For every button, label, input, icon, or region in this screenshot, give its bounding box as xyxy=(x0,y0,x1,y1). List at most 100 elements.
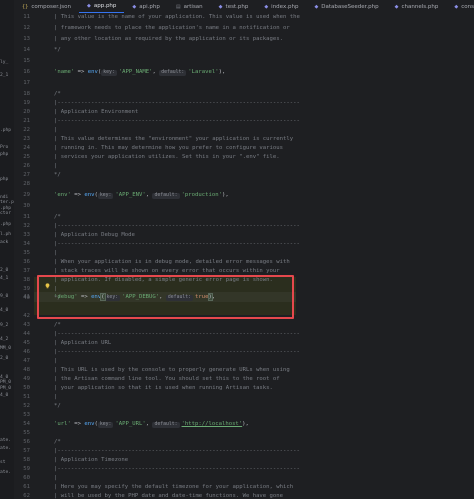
php-file-icon: ◆ xyxy=(218,3,223,10)
code-line[interactable]: 62 | will be used by the PHP date and dat… xyxy=(14,492,474,499)
project-tree-item[interactable]: PM_0 xyxy=(0,380,11,385)
tab-channels-php[interactable]: ◆ channels.php xyxy=(387,0,447,13)
code-line[interactable]: 58 | Application Timezone xyxy=(14,456,474,465)
code-line[interactable]: 17 xyxy=(14,79,474,88)
project-tree-item[interactable]: PM_0 xyxy=(0,386,11,391)
code-line[interactable]: 30 xyxy=(14,202,474,211)
project-tree-item[interactable]: 2_0 xyxy=(0,268,8,273)
code-line[interactable]: 13 | any other location as required by th… xyxy=(14,35,474,44)
code-line[interactable]: 49 | the Artisan command line tool. You s… xyxy=(14,375,474,384)
code-line[interactable]: 43 /* xyxy=(14,321,474,330)
code-line[interactable]: 61 | Here you may specify the default tim… xyxy=(14,483,474,492)
tab-databaseseeder-php[interactable]: ◆ DatabaseSeeder.php xyxy=(306,0,386,13)
code-line[interactable]: 21 |-------------------------------------… xyxy=(14,117,474,126)
code-line[interactable]: 27 */ xyxy=(14,171,474,180)
project-tree-item[interactable]: ate. xyxy=(0,470,11,475)
code-line[interactable]: 14 */ xyxy=(14,46,474,55)
code-token: | xyxy=(54,475,58,481)
tab-composer-json[interactable]: {} composer.json xyxy=(14,0,79,13)
code-line[interactable]: 53 xyxy=(14,411,474,420)
code-text: | services your application utilizes. Se… xyxy=(54,153,280,162)
code-line[interactable]: 25 | services your application utilizes. … xyxy=(14,153,474,162)
project-tree-item[interactable]: php xyxy=(0,177,8,182)
project-tree-item[interactable]: ly_ xyxy=(0,60,8,65)
project-tree-item[interactable]: 4_0 xyxy=(0,308,8,313)
project-tree-item[interactable]: ter.p xyxy=(0,200,14,205)
code-line[interactable]: 56 /* xyxy=(14,438,474,447)
code-line[interactable]: 12 | framework needs to place the applica… xyxy=(14,24,474,33)
code-editor[interactable]: 11 | This value is the name of your appli… xyxy=(14,13,474,499)
project-tree-item[interactable]: l.ph xyxy=(0,232,11,237)
code-line[interactable]: 44 |-------------------------------------… xyxy=(14,330,474,339)
code-line[interactable]: 35 | xyxy=(14,249,474,258)
project-tree-item[interactable]: ate. xyxy=(0,438,11,443)
project-tree-item[interactable]: ate. xyxy=(0,446,11,451)
debug-config-line[interactable]: 41 'debug' => env(key: 'APP_DEBUG', defaul… xyxy=(14,293,474,302)
project-tree-item[interactable]: 4_1 xyxy=(0,276,8,281)
code-line[interactable]: 29 'env' => env(key: 'APP_ENV', default:'p… xyxy=(14,191,474,200)
tab-api-php[interactable]: ◆ api.php xyxy=(124,0,167,13)
code-line[interactable]: 18 /* xyxy=(14,90,474,99)
code-line[interactable]: 50 | your application so that it is used … xyxy=(14,384,474,393)
line-number: 11 xyxy=(23,14,30,20)
code-line[interactable]: 36 | When your application is in debug mo… xyxy=(14,258,474,267)
project-tree-item[interactable]: 4_2 xyxy=(0,337,8,342)
code-line[interactable]: 33 | Application Debug Mode xyxy=(14,231,474,240)
parameter-hint: key: xyxy=(97,193,114,199)
code-line[interactable]: 24 | running in. This may determine how y… xyxy=(14,144,474,153)
project-tree-item[interactable]: Pro xyxy=(0,145,8,150)
project-tree-item[interactable]: st xyxy=(0,460,6,465)
code-line[interactable]: 11 | This value is the name of your appli… xyxy=(14,13,474,22)
project-tree-item[interactable]: 9_0 xyxy=(0,294,8,299)
code-line[interactable]: 55 xyxy=(14,429,474,438)
code-line[interactable]: 45 | Application URL xyxy=(14,339,474,348)
project-tree-item[interactable]: MM_0 xyxy=(0,346,11,351)
code-line[interactable]: 37 | stack traces will be shown on every … xyxy=(14,267,474,276)
code-line[interactable]: 23 | This value determines the "environme… xyxy=(14,135,474,144)
code-text: |---------------------------------------… xyxy=(54,240,300,249)
code-token: 'debug' xyxy=(54,294,78,300)
project-tree-item[interactable]: .php xyxy=(0,128,11,133)
code-line[interactable]: 15 xyxy=(14,57,474,66)
code-line[interactable]: 32 |-------------------------------------… xyxy=(14,222,474,231)
code-line[interactable]: 59 |-------------------------------------… xyxy=(14,465,474,474)
code-line[interactable]: 47 | xyxy=(14,357,474,366)
code-line[interactable]: 38 | application. If disabled, a simple g… xyxy=(14,276,474,285)
project-tree-item[interactable]: 4_0 xyxy=(0,393,8,398)
code-line[interactable]: 16 'name' => env(key: 'APP_NAME', default:… xyxy=(14,68,474,77)
code-token: | xyxy=(54,163,58,169)
code-token: 'Laravel' xyxy=(188,69,219,75)
project-tree-item[interactable]: 9_2 xyxy=(0,323,8,328)
code-line[interactable]: 20 | Application Environment xyxy=(14,108,474,117)
code-line[interactable]: 60 | xyxy=(14,474,474,483)
code-line[interactable]: 34 |-------------------------------------… xyxy=(14,240,474,249)
project-tree-item[interactable]: 2_1 xyxy=(0,73,8,78)
project-tree-item[interactable]: 2_0 xyxy=(0,356,8,361)
tab-console-php[interactable]: ◆console.php xyxy=(446,0,474,13)
code-line[interactable]: 46 |-------------------------------------… xyxy=(14,348,474,357)
code-token: */ xyxy=(54,47,61,53)
project-tree-item[interactable]: ack xyxy=(0,240,8,245)
code-line[interactable]: 26 | xyxy=(14,162,474,171)
project-tree-item[interactable]: php xyxy=(0,152,8,157)
code-line[interactable]: 57 |-------------------------------------… xyxy=(14,447,474,456)
tab-test-php[interactable]: ◆ test.php xyxy=(211,0,257,13)
code-line[interactable]: 48 | This URL is used by the console to p… xyxy=(14,366,474,375)
code-line[interactable]: 54 'url' => env(key: 'APP_URL', default:'h… xyxy=(14,420,474,429)
code-line[interactable]: 52 */ xyxy=(14,402,474,411)
tab-artisan[interactable]: ▤ artisan xyxy=(168,0,211,13)
code-line[interactable]: 51 | xyxy=(14,393,474,402)
tab-app-php[interactable]: ◆ app.php xyxy=(78,0,125,13)
code-line[interactable]: 28 xyxy=(14,180,474,189)
code-line[interactable]: 31 /* xyxy=(14,213,474,222)
project-tree-item[interactable]: .php xyxy=(0,222,11,227)
code-token: /* xyxy=(54,214,61,220)
code-token: 'url' xyxy=(54,421,71,427)
tab-index-php[interactable]: ◆ index.php xyxy=(256,0,306,13)
code-token: 'http://localhost' xyxy=(181,421,243,427)
code-line[interactable]: 22 | xyxy=(14,126,474,135)
code-line[interactable]: 42 xyxy=(14,312,474,321)
code-token: | running in. This may determine how you… xyxy=(54,145,284,151)
code-line[interactable]: 19 |-------------------------------------… xyxy=(14,99,474,108)
project-tree-item[interactable]: ctor xyxy=(0,211,11,216)
